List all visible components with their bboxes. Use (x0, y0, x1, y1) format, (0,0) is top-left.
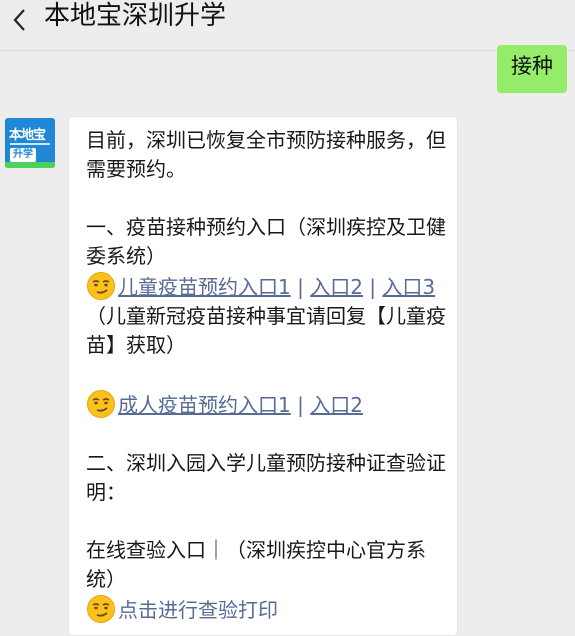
incoming-message-text: 目前，深圳已恢复全市预防接种服务，但需要预约。 一、疫苗接种预约入口（深圳疾控及… (86, 126, 448, 625)
chat-header: 本地宝深圳升学 (0, 0, 575, 51)
back-button[interactable] (6, 6, 34, 34)
adult-vaccine-link-1[interactable]: 成人疫苗预约入口1 (118, 393, 291, 417)
child-links-row: 儿童疫苗预约入口1 | 入口2 | 入口3 (86, 271, 448, 302)
smirking-face-icon (87, 595, 115, 623)
online-check-text: 在线查验入口｜（深圳疾控中心官方系统） (86, 538, 426, 591)
smirking-face-icon (87, 272, 115, 300)
chat-title: 本地宝深圳升学 (44, 1, 227, 31)
avatar-divider (10, 143, 50, 145)
avatar-accent-bar (5, 162, 55, 168)
avatar-text-line1: 本地宝 (9, 128, 46, 143)
link-separator: | (297, 275, 304, 299)
adult-links-row: 成人疫苗预约入口1 | 入口2 (86, 389, 448, 420)
chevron-left-icon (12, 8, 28, 32)
child-vaccine-link-1[interactable]: 儿童疫苗预约入口1 (118, 275, 291, 299)
intro-text: 目前，深圳已恢复全市预防接种服务，但需要预约。 (86, 128, 446, 181)
child-vaccine-link-3[interactable]: 入口3 (382, 275, 435, 299)
print-link-row: 点击进行查验打印 (86, 594, 448, 625)
avatar-text-line2: 升学 (10, 148, 36, 162)
link-separator: | (297, 393, 304, 417)
child-note: （儿童新冠疫苗接种事宜请回复【儿童疫苗】获取） (86, 304, 446, 357)
child-vaccine-link-2[interactable]: 入口2 (310, 275, 363, 299)
outgoing-message[interactable]: 接种 (497, 45, 567, 93)
section2-title: 二、深圳入园入学儿童预防接种证查验证明： (86, 451, 446, 504)
adult-vaccine-link-2[interactable]: 入口2 (310, 393, 363, 417)
section1-title: 一、疫苗接种预约入口（深圳疾控及卫健委系统） (86, 215, 446, 268)
avatar[interactable]: 本地宝 升学 (5, 118, 55, 168)
print-check-link[interactable]: 点击进行查验打印 (118, 598, 278, 622)
link-separator: | (369, 275, 377, 299)
smirking-face-icon (87, 390, 115, 418)
